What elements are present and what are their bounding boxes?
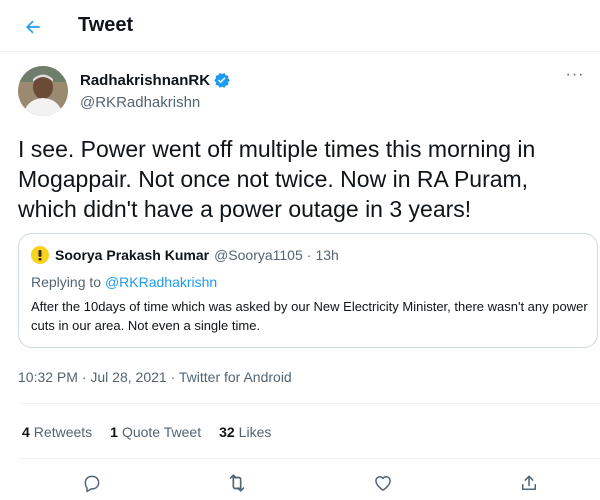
quoted-tweet[interactable]: Soorya Prakash Kumar @Soorya1105 · 13h R… bbox=[18, 233, 598, 348]
author-handle[interactable]: @RKRadhakrishn bbox=[80, 94, 200, 111]
quote-tweets-stat[interactable]: 1 Quote Tweet bbox=[110, 424, 201, 440]
meta-separator: · bbox=[77, 369, 91, 385]
retweets-label: Retweets bbox=[33, 424, 93, 440]
tweet-stats: 4 Retweets 1 Quote Tweet 32 Likes bbox=[22, 424, 289, 440]
retweets-count: 4 bbox=[22, 424, 30, 440]
likes-count: 32 bbox=[219, 424, 235, 440]
tweet-text: I see. Power went off multiple times thi… bbox=[18, 136, 536, 222]
quoted-author-name: Soorya Prakash Kumar bbox=[55, 247, 210, 263]
likes-label: Likes bbox=[238, 424, 272, 440]
arrow-left-icon bbox=[26, 20, 40, 34]
tweet-actions bbox=[18, 468, 600, 498]
page-title: Tweet bbox=[78, 14, 134, 36]
quoted-timestamp: 13h bbox=[315, 247, 339, 263]
quoted-author-handle: @Soorya1105 bbox=[214, 247, 303, 263]
tweet-source[interactable]: Twitter for Android bbox=[179, 369, 292, 385]
verified-badge-icon bbox=[213, 71, 231, 89]
author-display-name[interactable]: RadhakrishnanRK bbox=[80, 72, 210, 89]
divider bbox=[18, 458, 600, 459]
quoted-tweet-text: After the 10days of time which was asked… bbox=[31, 299, 588, 333]
share-button[interactable] bbox=[516, 470, 542, 496]
share-icon bbox=[522, 475, 536, 490]
meta-separator: · bbox=[166, 369, 179, 385]
like-icon bbox=[375, 476, 391, 491]
quoted-tweet-header: Soorya Prakash Kumar @Soorya1105 · 13h bbox=[31, 246, 339, 264]
more-button[interactable]: ··· bbox=[564, 66, 586, 86]
tweet-header: Tweet bbox=[0, 0, 600, 52]
quote-tweets-count: 1 bbox=[110, 424, 118, 440]
quoted-replying-to: Replying to @RKRadhakrishn bbox=[31, 274, 217, 290]
reply-icon bbox=[84, 475, 100, 493]
replying-to-handle[interactable]: @RKRadhakrishn bbox=[105, 274, 217, 290]
tweet-time[interactable]: 10:32 PM bbox=[18, 369, 78, 385]
author-name-row: RadhakrishnanRK bbox=[80, 71, 231, 89]
quote-tweets-label: Quote Tweet bbox=[121, 424, 202, 440]
tweet-meta: 10:32 PM · Jul 28, 2021 · Twitter for An… bbox=[18, 369, 292, 385]
reply-button[interactable] bbox=[79, 470, 105, 496]
quoted-avatar bbox=[31, 246, 49, 264]
retweet-button[interactable] bbox=[224, 470, 250, 496]
quoted-avatar-icon bbox=[38, 250, 42, 261]
tweet-author: RadhakrishnanRK @RKRadhakrishn ··· bbox=[18, 66, 588, 120]
retweet-icon bbox=[229, 474, 245, 492]
more-horizontal-icon: ··· bbox=[565, 66, 585, 83]
back-button[interactable] bbox=[16, 10, 50, 44]
retweets-stat[interactable]: 4 Retweets bbox=[22, 424, 92, 440]
tweet-date[interactable]: Jul 28, 2021 bbox=[90, 369, 166, 385]
avatar[interactable] bbox=[18, 66, 68, 116]
divider bbox=[18, 403, 600, 404]
like-button[interactable] bbox=[370, 470, 396, 496]
avatar-image bbox=[18, 66, 68, 116]
replying-to-label: Replying to bbox=[31, 274, 105, 290]
likes-stat[interactable]: 32 Likes bbox=[219, 424, 271, 440]
quoted-separator: · bbox=[306, 247, 312, 263]
